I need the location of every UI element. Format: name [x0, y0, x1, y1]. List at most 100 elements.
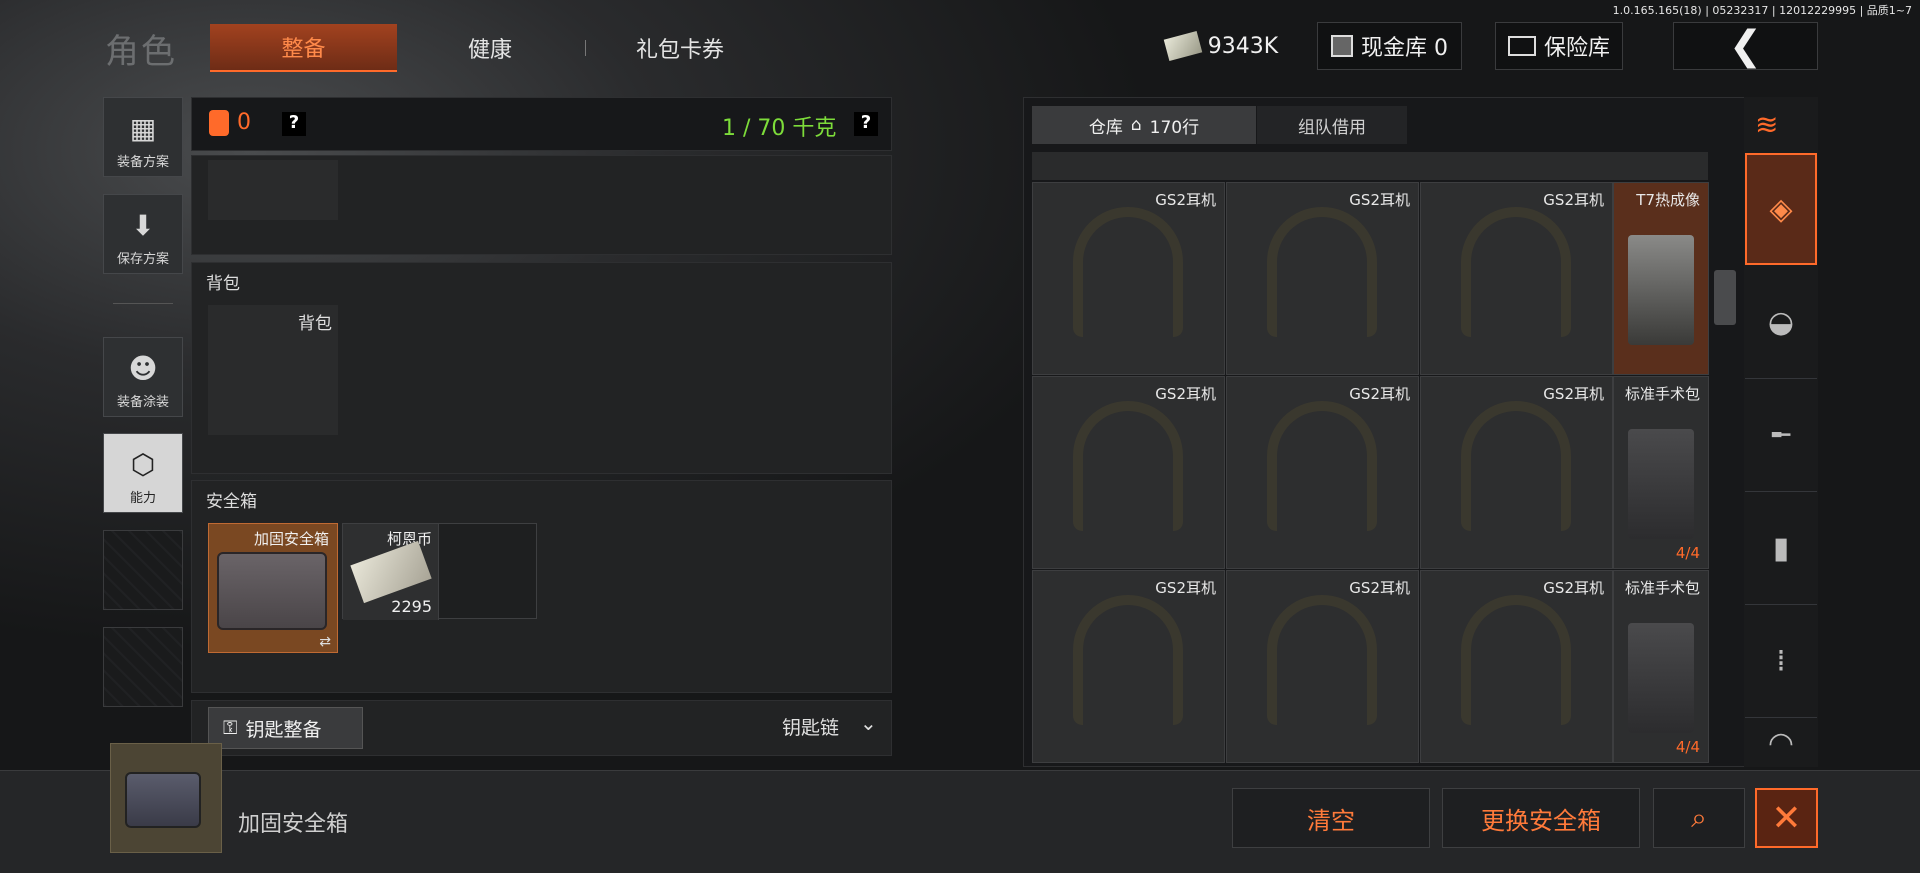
headset-image [1073, 207, 1183, 337]
warehouse-item[interactable]: GS2耳机 [1032, 182, 1225, 375]
item-label: 标准手术包 [1624, 385, 1700, 403]
headset-image [1267, 595, 1377, 725]
category-weapons[interactable]: ╾ [1745, 380, 1817, 492]
replace-safe-box-button[interactable]: 更换安全箱 [1442, 788, 1640, 848]
category-gear[interactable]: ◒ [1745, 267, 1817, 379]
tab-storage[interactable]: 仓库 ⌂ 170行 [1032, 106, 1256, 144]
item-label: GS2耳机 [1349, 579, 1410, 597]
safe-vault-label: 保险库 [1543, 36, 1610, 61]
key-icon: ⚿ [223, 717, 238, 739]
swap-icon: ⇄ [319, 634, 331, 650]
safe-box-slot[interactable]: 加固安全箱 ⇄ [208, 523, 338, 653]
warehouse-item[interactable]: GS2耳机 [1032, 570, 1225, 763]
coin-slot[interactable]: 柯恩币 2295 [343, 524, 439, 620]
safe-icon [1507, 36, 1536, 56]
sort-icon[interactable]: ≋ [1755, 108, 1778, 141]
thermal-scope-image [1628, 235, 1694, 345]
headset-image [1267, 401, 1377, 531]
warehouse-item[interactable]: 标准手术包 4/4 [1613, 376, 1709, 569]
money-value: 9343K [1207, 33, 1279, 59]
category-magazines[interactable]: ▮ [1745, 493, 1817, 605]
headset-image [1073, 401, 1183, 531]
magazine-icon: ▮ [1772, 531, 1790, 566]
warehouse-item[interactable]: GS2耳机 [1420, 182, 1613, 375]
warehouse-item[interactable]: GS2耳机 [1420, 570, 1613, 763]
warehouse-item[interactable]: 标准手术包 4/4 [1613, 570, 1709, 763]
sidebar-item-save-plan[interactable]: ⬇ 保存方案 [103, 194, 183, 274]
home-icon: ⌂ [1130, 115, 1142, 135]
sidebar-divider [113, 303, 173, 304]
layers-icon: ◈ [1769, 191, 1793, 227]
category-more[interactable]: ◠ [1745, 719, 1817, 767]
safe-box-image [217, 552, 327, 630]
tab-gift-coupons[interactable]: 礼包卡券 [610, 24, 750, 72]
clear-button[interactable]: 清空 [1232, 788, 1430, 848]
chevron-left-icon: ❮ [1728, 23, 1763, 69]
loadout-header: 0 ? 1 / 70 千克 ? [191, 97, 892, 151]
headset-image [1267, 207, 1377, 337]
mask-icon: ◠ [1767, 725, 1795, 761]
armor-slot[interactable] [208, 160, 338, 220]
tab-health[interactable]: 健康 [420, 24, 560, 72]
item-label: GS2耳机 [1349, 191, 1410, 209]
headset-image [1461, 595, 1571, 725]
tab-team-borrow[interactable]: 组队借用 [1257, 106, 1407, 144]
close-button[interactable]: ✕ [1755, 788, 1818, 848]
section-title: 安全箱 [206, 492, 257, 512]
weight-help-icon[interactable]: ? [854, 112, 878, 136]
cash-vault-label: 现金库 0 [1361, 36, 1448, 61]
safe-vault-button[interactable]: 保险库 [1495, 22, 1623, 70]
tab-loadout[interactable]: 整备 [210, 24, 397, 72]
selected-item-name: 加固安全箱 [238, 812, 349, 837]
sidebar-item-ability[interactable]: ⬡ 能力 [103, 433, 183, 513]
chevron-down-icon[interactable]: ⌄ [860, 711, 877, 735]
weight-display: 1 / 70 千克 [722, 116, 837, 141]
item-label: GS2耳机 [1543, 385, 1604, 403]
cash-vault-button[interactable]: 现金库 0 [1317, 22, 1462, 70]
headset-image [1073, 595, 1183, 725]
tab-divider [585, 40, 586, 56]
item-count: 4/4 [1675, 544, 1700, 562]
vest-icon: ▦ [129, 112, 157, 145]
key-loadout-label: 钥匙整备 [245, 718, 322, 741]
headset-image [1461, 207, 1571, 337]
warehouse-item[interactable]: GS2耳机 [1226, 182, 1419, 375]
coin-count: 2295 [391, 597, 432, 616]
version-info: 1.0.165.165(18) | 05232317 | 12012229995… [1612, 4, 1912, 17]
sidebar-item-loadout-plan[interactable]: ▦ 装备方案 [103, 97, 183, 177]
sidebar-item-label: 保存方案 [116, 252, 169, 267]
sidebar-item-skins[interactable]: ☻ 装备涂装 [103, 337, 183, 417]
section-title: 背包 [206, 274, 240, 294]
warehouse-item[interactable]: GS2耳机 [1226, 570, 1419, 763]
storage-tab-label: 仓库 [1088, 117, 1123, 138]
search-button[interactable]: ⌕ [1653, 788, 1745, 848]
category-all[interactable]: ◈ [1745, 153, 1817, 265]
selected-item-thumbnail [110, 743, 222, 853]
grid-scrollbar[interactable] [1714, 270, 1736, 325]
warehouse-item[interactable]: GS2耳机 [1226, 376, 1419, 569]
armor-icon [209, 110, 229, 136]
item-label: 标准手术包 [1624, 579, 1700, 597]
sidebar-item-label: 能力 [129, 491, 156, 506]
key-loadout-button[interactable]: ⚿ 钥匙整备 [208, 707, 363, 749]
vault-icon [1331, 35, 1353, 57]
back-button[interactable]: ❮ [1673, 22, 1818, 70]
warehouse-item[interactable]: GS2耳机 [1420, 376, 1613, 569]
key-section: ⚿ 钥匙整备 钥匙链 ⌄ [191, 700, 892, 756]
key-chain-dropdown[interactable]: 钥匙链 [782, 713, 839, 740]
cash-icon [1163, 30, 1203, 62]
slot-label: 加固安全箱 [253, 530, 329, 548]
category-ammo[interactable]: ⁞ [1745, 606, 1817, 718]
ammo-icon: ⁞ [1776, 644, 1786, 679]
warehouse-item[interactable]: GS2耳机 [1032, 376, 1225, 569]
item-label: GS2耳机 [1155, 579, 1216, 597]
sidebar-empty-slot [103, 627, 183, 707]
storage-rows: 170行 [1149, 117, 1200, 138]
warehouse-item[interactable]: T7热成像 [1613, 182, 1709, 375]
help-icon[interactable]: ? [282, 112, 306, 136]
sidebar-item-label: 装备涂装 [116, 395, 169, 410]
backpack-slot[interactable]: 背包 [208, 305, 338, 435]
item-label: T7热成像 [1636, 191, 1700, 209]
safe-box-image [125, 772, 201, 828]
money-display: 9343K [1158, 22, 1286, 70]
